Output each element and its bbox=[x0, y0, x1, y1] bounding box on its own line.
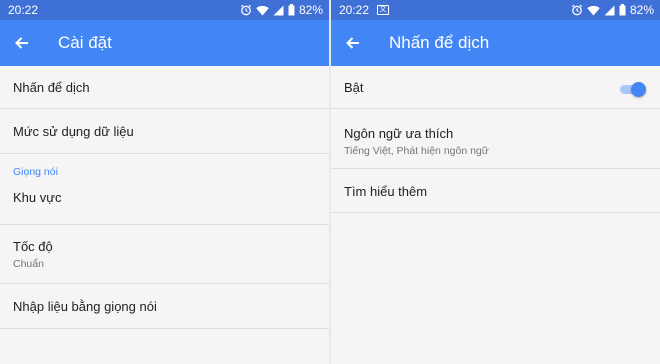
toggle-thumb bbox=[631, 82, 646, 97]
wifi-icon bbox=[256, 5, 269, 16]
battery-percent: 82% bbox=[629, 3, 654, 17]
setting-preferred-language[interactable]: Ngôn ngữ ưa thích Tiếng Việt, Phát hiện … bbox=[331, 109, 660, 169]
battery-icon bbox=[288, 4, 295, 16]
setting-data-usage[interactable]: Mức sử dụng dữ liệu bbox=[0, 109, 329, 154]
setting-label: Tốc độ bbox=[13, 239, 53, 254]
back-arrow-icon[interactable] bbox=[12, 33, 32, 53]
settings-list: Nhấn để dịch Mức sử dụng dữ liệu Giọng n… bbox=[0, 66, 329, 364]
signal-icon bbox=[273, 5, 284, 16]
setting-learn-more[interactable]: Tìm hiểu thêm bbox=[331, 169, 660, 213]
status-time: 20:22 bbox=[8, 3, 39, 17]
alarm-icon bbox=[240, 4, 252, 16]
app-bar: Cài đặt bbox=[0, 20, 329, 66]
app-bar: Nhấn để dịch bbox=[331, 20, 660, 66]
battery-percent: 82% bbox=[298, 3, 323, 17]
setting-label: Ngôn ngữ ưa thích bbox=[344, 126, 454, 141]
tap-to-translate-screen: 20:22 文 82% Nhấn để dịch Bật Ngôn ngữ ưa… bbox=[331, 0, 660, 364]
section-header-voice: Giọng nói bbox=[0, 154, 329, 180]
setting-voice-input[interactable]: Nhập liệu bằng giọng nói bbox=[0, 284, 329, 329]
translate-icon: 文 bbox=[377, 5, 390, 15]
screenshot-frame: 20:22 82% Cài đặt Nhấn để dịch Mức sử dụ… bbox=[0, 0, 660, 364]
setting-region[interactable]: Khu vực bbox=[0, 180, 329, 225]
setting-label: Nhấn để dịch bbox=[13, 80, 90, 95]
wifi-icon bbox=[587, 5, 600, 16]
setting-enable[interactable]: Bật bbox=[331, 66, 660, 109]
setting-tap-to-translate[interactable]: Nhấn để dịch bbox=[0, 66, 329, 109]
setting-label: Tìm hiểu thêm bbox=[344, 184, 428, 199]
setting-label: Khu vực bbox=[13, 190, 62, 205]
status-time: 20:22 bbox=[339, 3, 370, 17]
setting-label: Mức sử dụng dữ liệu bbox=[13, 124, 134, 139]
enable-toggle[interactable] bbox=[618, 82, 646, 97]
status-icons: 82% bbox=[240, 0, 323, 20]
signal-icon bbox=[604, 5, 615, 16]
section-header-label: Giọng nói bbox=[13, 166, 58, 178]
setting-sublabel: Tiếng Việt, Phát hiện ngôn ngữ bbox=[344, 145, 489, 157]
setting-sublabel: Chuẩn bbox=[13, 258, 44, 270]
alarm-icon bbox=[571, 4, 583, 16]
page-title: Nhấn để dịch bbox=[389, 33, 490, 52]
battery-icon bbox=[619, 4, 626, 16]
back-arrow-icon[interactable] bbox=[343, 33, 363, 53]
tap-to-translate-list: Bật Ngôn ngữ ưa thích Tiếng Việt, Phát h… bbox=[331, 66, 660, 364]
page-title: Cài đặt bbox=[58, 33, 112, 52]
status-icons: 82% bbox=[571, 0, 654, 20]
settings-screen: 20:22 82% Cài đặt Nhấn để dịch Mức sử dụ… bbox=[0, 0, 329, 364]
setting-label: Bật bbox=[344, 80, 364, 95]
setting-speed[interactable]: Tốc độ Chuẩn bbox=[0, 225, 329, 284]
status-bar: 20:22 82% bbox=[0, 0, 329, 20]
status-bar: 20:22 文 82% bbox=[331, 0, 660, 20]
setting-label: Nhập liệu bằng giọng nói bbox=[13, 299, 157, 314]
